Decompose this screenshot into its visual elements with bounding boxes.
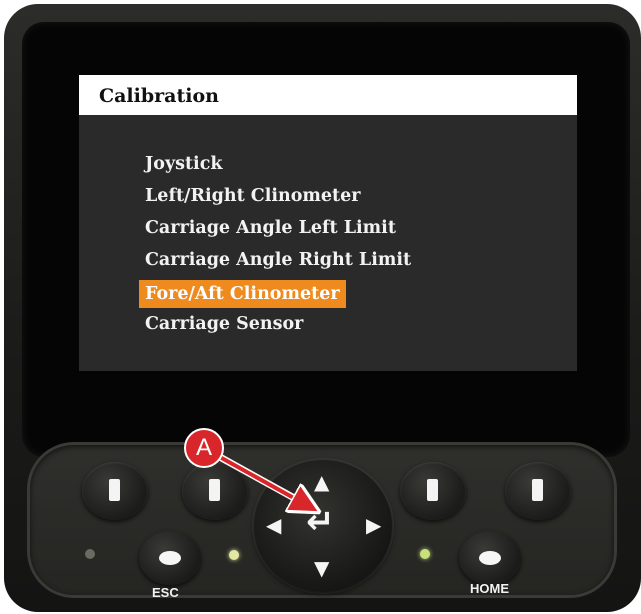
callout-arrow bbox=[214, 452, 641, 614]
callout-badge: A bbox=[184, 428, 224, 468]
